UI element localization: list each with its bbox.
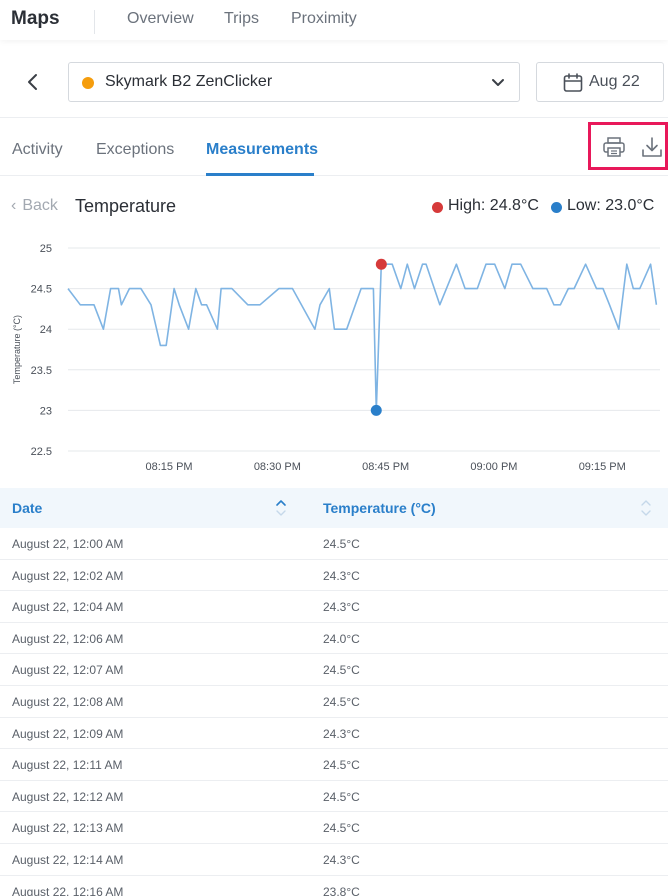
x-tick-label: 08:45 PM bbox=[362, 461, 409, 473]
cell-date: August 22, 12:11 AM bbox=[12, 758, 123, 773]
cell-date: August 22, 12:04 AM bbox=[12, 600, 124, 615]
table-row: August 22, 12:02 AM 24.3°C bbox=[0, 560, 668, 592]
x-tick-label: 09:15 PM bbox=[579, 461, 626, 473]
download-icon[interactable] bbox=[641, 136, 663, 158]
tab-bar: Activity Exceptions Measurements bbox=[0, 119, 668, 176]
cell-temperature: 24.3°C bbox=[323, 600, 360, 615]
column-header-temperature[interactable]: Temperature (°C) bbox=[323, 500, 436, 516]
cell-date: August 22, 12:07 AM bbox=[12, 663, 124, 678]
printer-icon[interactable] bbox=[603, 137, 625, 157]
temperature-chart: 25 24.5 24 23.5 23 22.5 08:15 PM 08:30 PM 08:45 … bbox=[0, 236, 668, 484]
table-row: August 22, 12:00 AM 24.5°C bbox=[0, 528, 668, 560]
table-row: August 22, 12:04 AM 24.3°C bbox=[0, 591, 668, 623]
high-legend-dot bbox=[432, 202, 443, 213]
date-label: Aug 22 bbox=[589, 73, 640, 90]
cell-date: August 22, 12:13 AM bbox=[12, 821, 124, 836]
table-row: August 22, 12:14 AM 24.3°C bbox=[0, 844, 668, 876]
table-row: August 22, 12:09 AM 24.3°C bbox=[0, 718, 668, 750]
sort-icon[interactable] bbox=[640, 498, 652, 518]
back-label: Back bbox=[22, 197, 58, 214]
cell-date: August 22, 12:02 AM bbox=[12, 568, 124, 583]
temperature-series-line bbox=[67, 263, 658, 412]
cell-temperature: 24.5°C bbox=[323, 758, 360, 773]
y-tick-label: 22.5 bbox=[31, 446, 52, 458]
nav-overview[interactable]: Overview bbox=[127, 10, 194, 28]
cell-date: August 22, 12:16 AM bbox=[12, 884, 124, 896]
table-row: August 22, 12:13 AM 24.5°C bbox=[0, 812, 668, 844]
table-row: August 22, 12:06 AM 24.0°C bbox=[0, 623, 668, 655]
sort-icon[interactable] bbox=[275, 498, 287, 518]
top-navigation: Maps Overview Trips Proximity bbox=[0, 0, 668, 40]
y-tick-label: 24 bbox=[40, 324, 52, 336]
chart-header: ‹ Back Temperature High: 24.8°C Low: 23.0… bbox=[0, 176, 668, 234]
cell-temperature: 24.5°C bbox=[323, 537, 360, 551]
low-legend-dot bbox=[551, 202, 562, 213]
cell-temperature: 24.5°C bbox=[323, 789, 360, 804]
high-legend-label: High: 24.8°C bbox=[448, 197, 539, 214]
nav-proximity[interactable]: Proximity bbox=[291, 10, 357, 28]
back-link[interactable]: ‹ Back bbox=[11, 197, 58, 215]
tab-exceptions[interactable]: Exceptions bbox=[96, 141, 174, 159]
nav-trips[interactable]: Trips bbox=[224, 10, 259, 28]
chevron-left-icon: ‹ bbox=[11, 197, 17, 214]
y-tick-label: 23.5 bbox=[31, 365, 52, 377]
cell-temperature: 23.8°C bbox=[323, 884, 360, 896]
calendar-icon bbox=[563, 73, 583, 92]
cell-temperature: 24.3°C bbox=[323, 726, 360, 741]
y-axis-label: Temperature (°C) bbox=[12, 315, 22, 384]
y-tick-label: 23 bbox=[40, 405, 52, 417]
device-name: Skymark B2 ZenClicker bbox=[105, 73, 273, 90]
nav-divider bbox=[94, 10, 95, 34]
cell-temperature: 24.5°C bbox=[323, 694, 360, 709]
x-tick-label: 08:15 PM bbox=[146, 461, 193, 473]
export-actions-highlight bbox=[588, 122, 668, 170]
y-tick-label: 24.5 bbox=[31, 284, 52, 296]
device-status-dot bbox=[82, 77, 94, 89]
y-tick-label: 25 bbox=[40, 243, 52, 255]
chevron-down-icon bbox=[492, 79, 504, 86]
cell-date: August 22, 12:12 AM bbox=[12, 789, 124, 804]
x-tick-label: 08:30 PM bbox=[254, 461, 301, 473]
cell-date: August 22, 12:14 AM bbox=[12, 852, 124, 867]
date-picker-button[interactable]: Aug 22 bbox=[536, 62, 664, 102]
x-tick-label: 09:00 PM bbox=[470, 461, 517, 473]
chevron-left-icon[interactable] bbox=[22, 70, 44, 94]
cell-temperature: 24.0°C bbox=[323, 631, 360, 646]
low-point-marker bbox=[370, 404, 382, 416]
tab-activity[interactable]: Activity bbox=[12, 141, 63, 159]
table-row: August 22, 12:12 AM 24.5°C bbox=[0, 781, 668, 813]
cell-temperature: 24.5°C bbox=[323, 663, 360, 678]
table-row: August 22, 12:11 AM 24.5°C bbox=[0, 749, 668, 781]
measurements-table: Date Temperature (°C) August 22, 12:00 A… bbox=[0, 488, 668, 896]
cell-date: August 22, 12:00 AM bbox=[12, 537, 124, 551]
device-toolbar: Skymark B2 ZenClicker Aug 22 bbox=[0, 46, 668, 118]
low-legend-label: Low: 23.0°C bbox=[567, 197, 655, 214]
cell-date: August 22, 12:06 AM bbox=[12, 631, 124, 646]
column-header-date[interactable]: Date bbox=[12, 500, 42, 516]
app-title: Maps bbox=[11, 8, 60, 29]
tab-measurements[interactable]: Measurements bbox=[206, 141, 318, 159]
chart-title: Temperature bbox=[75, 196, 177, 216]
cell-date: August 22, 12:09 AM bbox=[12, 726, 124, 741]
table-header: Date Temperature (°C) bbox=[0, 488, 668, 528]
high-point-marker bbox=[375, 258, 387, 270]
table-row: August 22, 12:08 AM 24.5°C bbox=[0, 686, 668, 718]
device-select[interactable]: Skymark B2 ZenClicker bbox=[68, 62, 520, 102]
table-row: August 22, 12:07 AM 24.5°C bbox=[0, 654, 668, 686]
cell-temperature: 24.3°C bbox=[323, 568, 360, 583]
cell-temperature: 24.5°C bbox=[323, 821, 360, 836]
table-body: August 22, 12:00 AM 24.5°C August 22, 12:0… bbox=[0, 528, 668, 896]
table-row: August 22, 12:16 AM 23.8°C bbox=[0, 876, 668, 896]
cell-temperature: 24.3°C bbox=[323, 852, 360, 867]
cell-date: August 22, 12:08 AM bbox=[12, 694, 124, 709]
chart-canvas: 25 24.5 24 23.5 23 22.5 08:15 PM 08:30 PM 08:45 … bbox=[12, 243, 660, 473]
